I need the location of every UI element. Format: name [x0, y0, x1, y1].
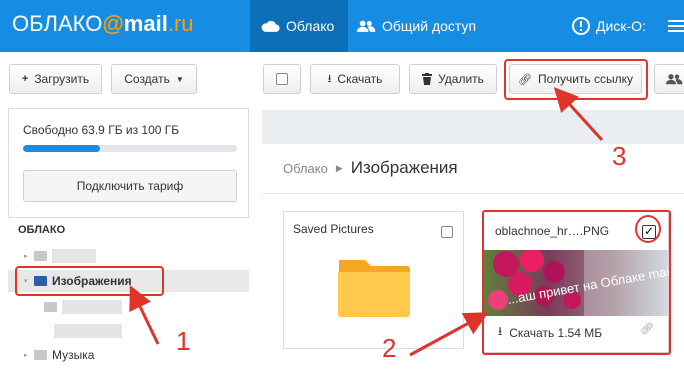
annotation-number: 3 [612, 141, 627, 171]
annotation-number: 1 [176, 326, 191, 356]
annotation-number: 2 [382, 333, 397, 363]
annotation-arrows [129, 87, 604, 357]
